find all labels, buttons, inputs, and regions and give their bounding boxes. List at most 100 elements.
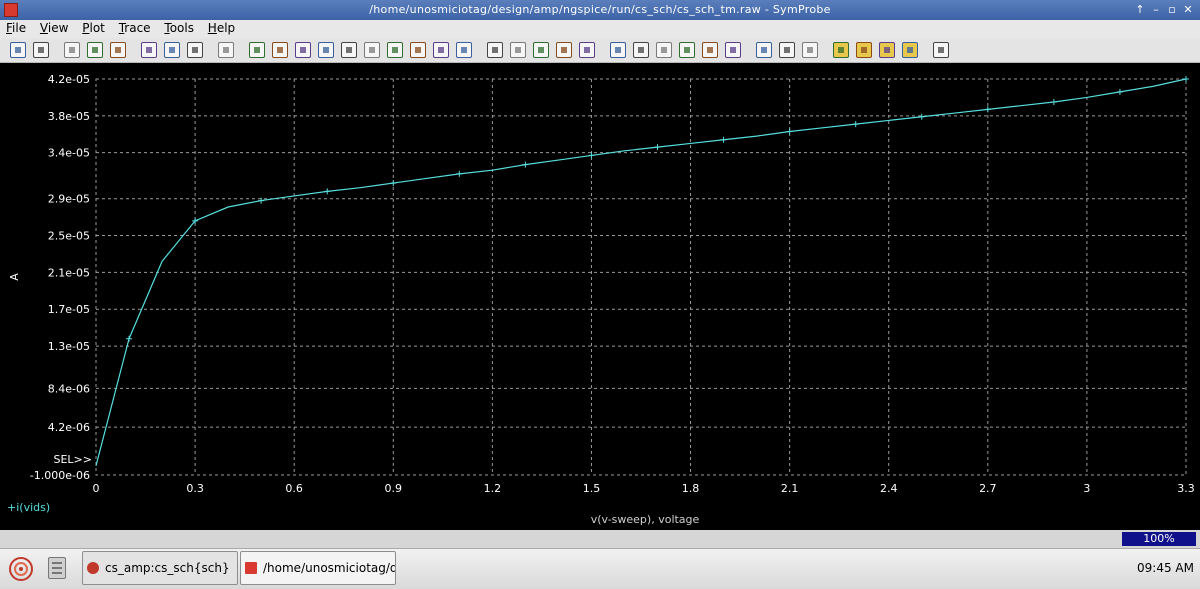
close-button[interactable]: ✕ [1180, 2, 1196, 18]
menu-view[interactable]: View [34, 20, 72, 35]
pan-icon[interactable] [456, 42, 472, 58]
trash-icon[interactable] [48, 557, 66, 579]
x-axis-label: v(v-sweep), voltage [591, 513, 700, 526]
taskbar-item-schematic[interactable]: cs_amp:cs_sch{sch} [82, 551, 238, 585]
maximize-button[interactable]: ▫ [1164, 2, 1180, 18]
x-tick-label: 0.6 [285, 482, 303, 495]
trace-point-marker [522, 161, 529, 168]
print-icon[interactable] [64, 42, 80, 58]
y-tick-label: 3.8e-05 [48, 110, 90, 123]
title-bar: /home/unosmiciotag/design/amp/ngspice/ru… [0, 0, 1200, 20]
graph-icon[interactable] [295, 42, 311, 58]
probe-icon[interactable] [933, 42, 949, 58]
menu-bar: File View Plot Trace Tools Help [0, 20, 1200, 38]
window-title: /home/unosmiciotag/design/amp/ngspice/ru… [369, 3, 831, 16]
trace-point-marker [654, 144, 661, 151]
sum-icon[interactable] [610, 42, 626, 58]
x-tick-label: 3.3 [1177, 482, 1195, 495]
trace-point-marker [456, 170, 463, 177]
paste-icon[interactable] [556, 42, 572, 58]
taskbar-item-symprobe[interactable]: /home/unosmiciotag/de... [240, 551, 396, 585]
plot-panel[interactable]: 0 0.3 0.6 0.9 1.2 1.5 1.8 2.1 2.4 2.7 3 3.3 4.2e-05 3… [0, 63, 1200, 530]
menu-tools[interactable]: Tools [158, 20, 198, 35]
y-axis-label: A [8, 273, 21, 281]
previous-page-icon[interactable] [110, 42, 126, 58]
align-icon[interactable] [387, 42, 403, 58]
trace-point-marker [126, 335, 133, 342]
x-tick-label: 2.4 [880, 482, 898, 495]
taskbar: cs_amp:cs_sch{sch} /home/unosmiciotag/de… [0, 548, 1200, 589]
trace-point-marker [720, 136, 727, 143]
menu-plot[interactable]: Plot [76, 20, 109, 35]
trace-point-marker [588, 152, 595, 159]
marker-icon[interactable] [879, 42, 895, 58]
x-tick-label: 0 [93, 482, 100, 495]
house-icon[interactable] [579, 42, 595, 58]
trace-point-marker [852, 121, 859, 128]
plot-frame [95, 78, 1187, 476]
trace-point-marker [786, 128, 793, 135]
status-row: 100% [0, 530, 1200, 548]
first-page-icon[interactable] [87, 42, 103, 58]
trace-point-marker [1183, 76, 1189, 82]
menu-trace[interactable]: Trace [113, 20, 155, 35]
bode-icon[interactable] [679, 42, 695, 58]
x-tick-label: 1.5 [583, 482, 601, 495]
zoom-fit-icon[interactable] [187, 42, 203, 58]
delete-graph-icon[interactable] [272, 42, 288, 58]
open-icon[interactable] [10, 42, 26, 58]
cursor-b-icon[interactable] [856, 42, 872, 58]
measure-icon[interactable] [902, 42, 918, 58]
minimize-button[interactable]: – [1148, 2, 1164, 18]
paste-graph-icon[interactable] [433, 42, 449, 58]
taskbar-item-label: /home/unosmiciotag/de... [263, 561, 395, 575]
y-tick-label: 4.2e-06 [48, 421, 90, 434]
toolbar [0, 38, 1200, 63]
x-tick-label: 0.3 [186, 482, 204, 495]
menu-file[interactable]: File [0, 20, 30, 35]
y-tick-label: 1.7e-05 [48, 303, 90, 316]
legend-item-i-vids[interactable]: +i(vids) [7, 501, 50, 514]
xy-icon[interactable] [633, 42, 649, 58]
raise-window-button[interactable]: ↑ [1132, 2, 1148, 18]
taskbar-item-label: cs_amp:cs_sch{sch} [105, 561, 230, 575]
x-tick-label: 2.7 [979, 482, 997, 495]
y-tick-label: 2.1e-05 [48, 266, 90, 279]
y-tick-label: 4.2e-05 [48, 73, 90, 86]
trace-point-marker [1050, 99, 1057, 106]
y-tick-label: 2.5e-05 [48, 230, 90, 243]
move-down-icon[interactable] [364, 42, 380, 58]
fft-icon[interactable] [656, 42, 672, 58]
trace-point-marker [984, 106, 991, 113]
new-graph-icon[interactable] [249, 42, 265, 58]
trace-point-marker [390, 180, 397, 187]
save-icon[interactable] [33, 42, 49, 58]
table-icon[interactable] [756, 42, 772, 58]
y-tick-label: 2.9e-05 [48, 193, 90, 206]
schematic-app-icon [87, 562, 99, 574]
zoom-out-icon[interactable] [164, 42, 180, 58]
x-tick-label: 1.8 [682, 482, 700, 495]
selection-marker: SEL>> [54, 453, 93, 466]
graph-stack-icon[interactable] [318, 42, 334, 58]
copy-graph-icon[interactable] [410, 42, 426, 58]
copy-icon[interactable] [533, 42, 549, 58]
trace-icon[interactable] [487, 42, 503, 58]
cursor-a-icon[interactable] [833, 42, 849, 58]
y-tick-label: 3.4e-05 [48, 147, 90, 160]
zoom-in-icon[interactable] [141, 42, 157, 58]
start-menu-icon[interactable] [6, 555, 36, 583]
symprobe-app-icon [245, 562, 257, 574]
y-tick-label: -1.000e-06 [30, 469, 90, 482]
menu-help[interactable]: Help [202, 20, 239, 35]
bar-icon[interactable] [510, 42, 526, 58]
waveform-plot[interactable]: 0 0.3 0.6 0.9 1.2 1.5 1.8 2.1 2.4 2.7 3 3.3 4.2e-05 3… [0, 63, 1200, 530]
crosshair-icon[interactable] [218, 42, 234, 58]
columns-icon[interactable] [779, 42, 795, 58]
eye-icon[interactable] [725, 42, 741, 58]
x-tick-label: 1.2 [484, 482, 502, 495]
clock: 09:45 AM [1137, 561, 1194, 575]
move-up-icon[interactable] [341, 42, 357, 58]
spectrum-icon[interactable] [702, 42, 718, 58]
rows-icon[interactable] [802, 42, 818, 58]
